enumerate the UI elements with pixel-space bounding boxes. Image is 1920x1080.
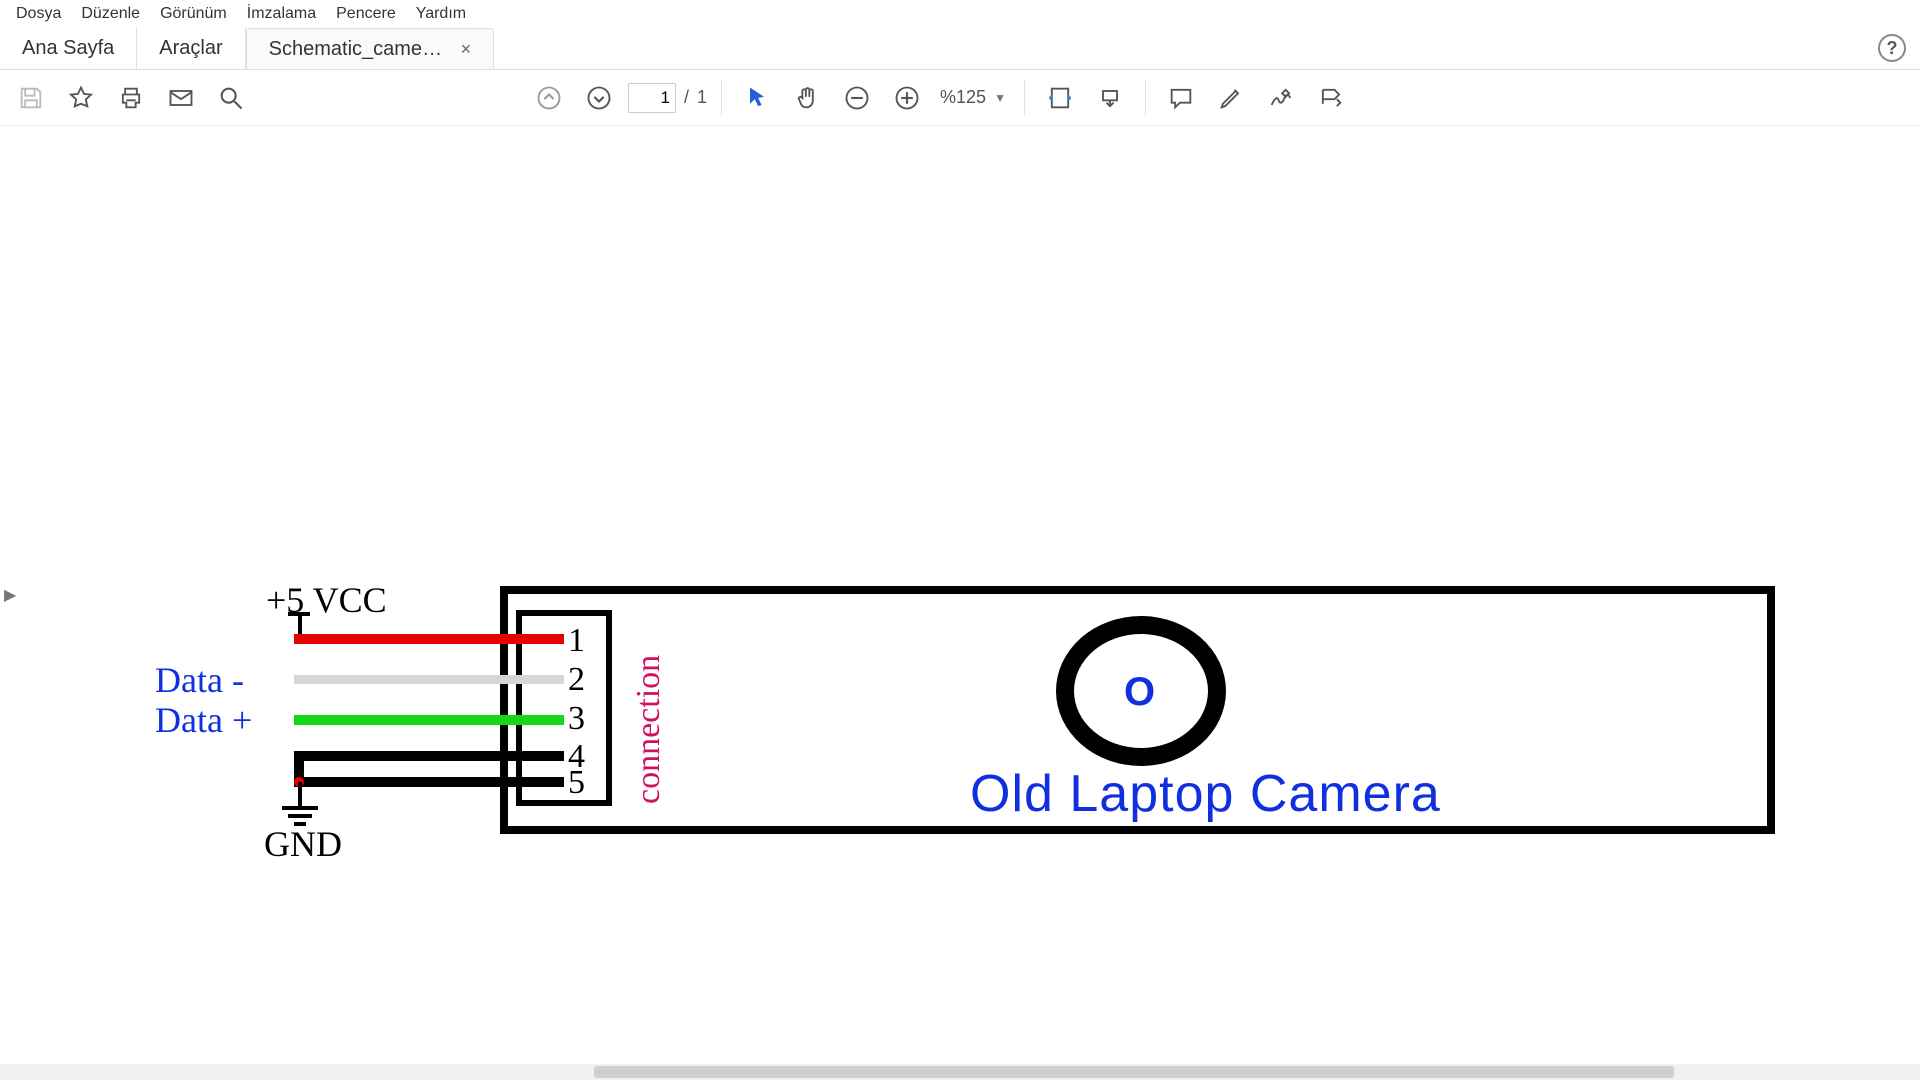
menu-file[interactable]: Dosya <box>6 2 71 26</box>
save-icon <box>17 84 45 112</box>
scroll-mode-button[interactable] <box>1089 77 1131 119</box>
more-tools-button[interactable] <box>1310 77 1352 119</box>
toolbar: / 1 %125 ▼ <box>0 70 1920 126</box>
menu-bar: Dosya Düzenle Görünüm İmzalama Pencere Y… <box>0 0 1920 28</box>
chevron-down-icon: ▼ <box>994 91 1006 105</box>
document-viewport[interactable]: ▶ 1 2 3 4 5 +5 VCC Data - Data + GND <box>0 126 1920 1064</box>
arrow-up-circle-icon <box>535 84 563 112</box>
cursor-tool-button[interactable] <box>736 77 778 119</box>
zoom-value: %125 <box>940 87 986 108</box>
schematic-drawing: 1 2 3 4 5 +5 VCC Data - Data + GND conne… <box>0 126 1920 1064</box>
search-icon <box>217 84 245 112</box>
horizontal-scrollbar[interactable] <box>594 1066 1674 1078</box>
label-vcc: +5 VCC <box>266 582 387 618</box>
label-camera-title: Old Laptop Camera <box>970 768 1441 820</box>
page-down-button[interactable] <box>578 77 620 119</box>
zoom-in-button[interactable] <box>886 77 928 119</box>
pin-2-label: 2 <box>568 663 585 697</box>
search-button[interactable] <box>210 77 252 119</box>
zoom-select[interactable]: %125 ▼ <box>936 87 1010 108</box>
wire-dminus <box>294 675 564 684</box>
minus-circle-icon <box>843 84 871 112</box>
cursor-icon <box>743 84 771 112</box>
page-indicator: / 1 <box>628 83 707 113</box>
label-connection: connection <box>632 655 666 804</box>
toolbar-separator <box>1024 80 1025 116</box>
tab-home-label: Ana Sayfa <box>22 37 114 60</box>
print-button[interactable] <box>110 77 152 119</box>
pin-3-label: 3 <box>568 702 585 736</box>
label-dplus: Data + <box>155 702 252 738</box>
comment-button[interactable] <box>1160 77 1202 119</box>
scroll-icon <box>1096 84 1124 112</box>
tab-tools-label: Araçlar <box>159 37 222 60</box>
mail-icon <box>167 84 195 112</box>
menu-help[interactable]: Yardım <box>406 2 476 26</box>
zoom-out-button[interactable] <box>836 77 878 119</box>
gnd-bar-2 <box>288 814 312 818</box>
page-separator: / <box>684 87 689 108</box>
toolbar-separator <box>721 80 722 116</box>
hand-tool-button[interactable] <box>786 77 828 119</box>
menu-sign[interactable]: İmzalama <box>237 2 326 26</box>
wrench-arrow-icon <box>1317 84 1345 112</box>
page-up-button[interactable] <box>528 77 570 119</box>
plus-circle-icon <box>893 84 921 112</box>
menu-edit[interactable]: Düzenle <box>71 2 150 26</box>
comment-icon <box>1167 84 1195 112</box>
fit-width-icon <box>1046 84 1074 112</box>
wire-vcc <box>294 634 564 644</box>
hand-icon <box>793 84 821 112</box>
signature-icon <box>1267 84 1295 112</box>
tab-strip: Ana Sayfa Araçlar Schematic_camera ... ×… <box>0 28 1920 70</box>
menu-window[interactable]: Pencere <box>326 2 406 26</box>
label-dminus: Data - <box>155 662 244 698</box>
wire-dplus <box>294 715 564 725</box>
vcc-bar <box>288 612 310 616</box>
tab-home[interactable]: Ana Sayfa <box>0 28 137 69</box>
tab-document-label: Schematic_camera ... <box>269 38 449 61</box>
page-total: 1 <box>697 87 707 108</box>
sign-button[interactable] <box>1260 77 1302 119</box>
tab-tools[interactable]: Araçlar <box>137 28 245 69</box>
pencil-icon <box>1217 84 1245 112</box>
tab-document[interactable]: Schematic_camera ... × <box>246 28 495 69</box>
save-button[interactable] <box>10 77 52 119</box>
star-icon <box>67 84 95 112</box>
help-icon: ? <box>1887 38 1898 59</box>
toolbar-separator <box>1145 80 1146 116</box>
pin-5-label: 5 <box>568 766 585 800</box>
gnd-bar-1 <box>282 806 318 810</box>
camera-lens-glyph: O <box>1124 672 1155 712</box>
menu-view[interactable]: Görünüm <box>150 2 237 26</box>
fit-width-button[interactable] <box>1039 77 1081 119</box>
help-button[interactable]: ? <box>1878 34 1906 62</box>
print-icon <box>117 84 145 112</box>
tab-close-button[interactable]: × <box>461 39 472 60</box>
gnd-stem <box>298 782 302 806</box>
page-current-input[interactable] <box>628 83 676 113</box>
mail-button[interactable] <box>160 77 202 119</box>
label-gnd: GND <box>264 826 342 862</box>
wire-gnd-b <box>294 777 564 787</box>
highlight-button[interactable] <box>1210 77 1252 119</box>
arrow-down-circle-icon <box>585 84 613 112</box>
pin-1-label: 1 <box>568 624 585 658</box>
wire-gnd-a <box>294 751 564 761</box>
star-button[interactable] <box>60 77 102 119</box>
